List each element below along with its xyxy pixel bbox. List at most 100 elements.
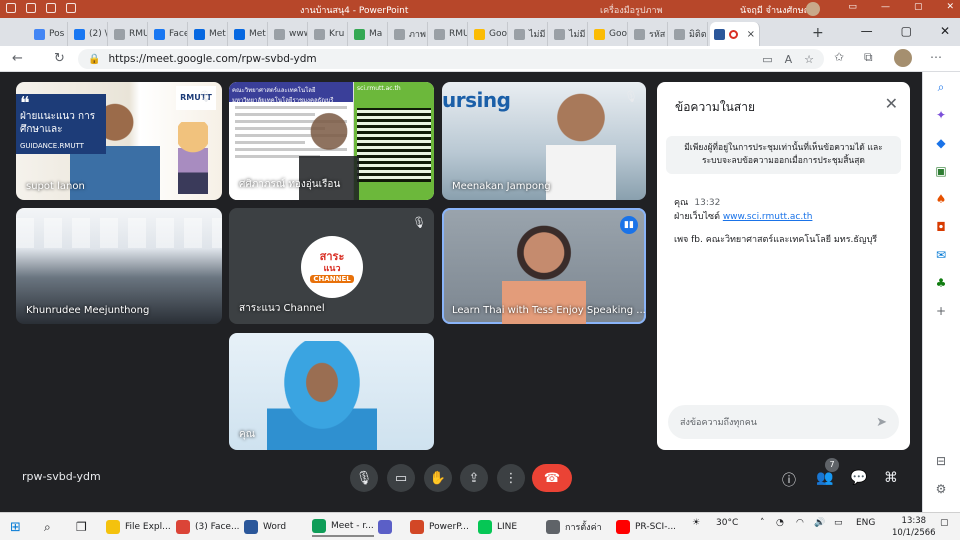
start-windows-icon[interactable]: ⊞ (10, 517, 21, 537)
taskbar-app[interactable]: Word (244, 517, 286, 537)
browser-tab[interactable]: Met (190, 22, 228, 46)
raise-hand-button[interactable]: ✋ (424, 464, 452, 492)
participant-tile[interactable]: ursing 🎙 Meenakan Jampong (442, 82, 646, 200)
task-view-icon[interactable]: ❐ (76, 517, 87, 537)
close-icon[interactable]: ✕ (946, 2, 954, 12)
browser-tab[interactable]: มิติต (670, 22, 708, 46)
redo-icon[interactable] (46, 3, 56, 13)
minimize-icon[interactable]: — (881, 2, 890, 12)
language-indicator[interactable]: ENG (856, 518, 875, 528)
browser-tab[interactable]: Face (150, 22, 188, 46)
taskbar-app[interactable]: File Expl... (106, 517, 171, 537)
tree-icon[interactable]: ♣ (933, 276, 949, 292)
send-icon[interactable]: ➤ (876, 415, 887, 430)
close-icon[interactable]: ✕ (940, 24, 950, 38)
profile-avatar[interactable] (894, 49, 912, 67)
more-menu-icon[interactable]: ⋯ (930, 50, 942, 64)
camera-button[interactable]: ▭ (387, 464, 415, 492)
save-icon[interactable] (6, 3, 16, 13)
add-icon[interactable]: + (933, 304, 949, 320)
undo-icon[interactable] (26, 3, 36, 13)
browser-tab[interactable]: www (270, 22, 308, 46)
search-icon[interactable]: ⌕ (933, 80, 949, 96)
settings-gear-icon[interactable]: ⚙ (933, 482, 949, 498)
browser-tab[interactable]: ไม่มี (550, 22, 588, 46)
taskbar-app[interactable]: Meet - r... (312, 517, 374, 537)
favorites-icon[interactable]: ✩ (834, 50, 844, 64)
people-icon[interactable]: 👥 (816, 470, 833, 486)
camera-permission-icon[interactable]: ▭ (762, 53, 772, 66)
browser-tab[interactable]: Met (230, 22, 268, 46)
address-bar[interactable]: 🔒 https://meet.google.com/rpw-svbd-ydm ▭… (78, 49, 824, 69)
games-icon[interactable]: ♠ (933, 192, 949, 208)
taskbar-app[interactable]: (3) Face... (176, 517, 240, 537)
taskbar-app[interactable] (378, 517, 397, 537)
leave-call-button[interactable]: ☎ (532, 464, 572, 492)
browser-tab[interactable]: RMU (430, 22, 468, 46)
tab-close-icon[interactable]: × (747, 29, 755, 40)
present-icon[interactable] (66, 3, 76, 13)
browser-tab[interactable]: Kru (310, 22, 348, 46)
battery-icon[interactable]: ▭ (834, 518, 843, 528)
meeting-info-icon[interactable]: ⓘ (782, 470, 796, 490)
url-text[interactable]: https://meet.google.com/rpw-svbd-ydm (108, 53, 316, 65)
read-aloud-icon[interactable]: A (785, 53, 793, 66)
participant-tile[interactable]: ❝ ฝ่ายแนะแนว การศึกษาและ GUIDANCE.RMUTT … (16, 82, 222, 200)
outlook-icon[interactable]: ✉ (933, 248, 949, 264)
browser-tab[interactable]: Ma (350, 22, 388, 46)
toolbox-icon[interactable]: ▣ (933, 164, 949, 180)
maximize-icon[interactable]: ▢ (901, 24, 912, 38)
lock-icon[interactable]: 🔒 (88, 54, 100, 65)
browser-tab[interactable]: Goo (590, 22, 628, 46)
split-screen-icon[interactable]: ⊟ (933, 454, 949, 470)
ribbon-display-icon[interactable]: ▭ (848, 2, 857, 12)
browser-tab[interactable]: Pos (30, 22, 68, 46)
search-icon[interactable]: ⌕ (44, 517, 51, 537)
powerpoint-user-name[interactable]: นัจฤมี จำนงศักษณ์ (740, 3, 812, 17)
more-options-button[interactable]: ⋮ (497, 464, 525, 492)
participant-tile[interactable]: Khunrudee Meejunthong (16, 208, 222, 324)
taskbar-app[interactable]: LINE (478, 517, 517, 537)
taskbar-clock[interactable]: 13:38 10/1/2566 (892, 515, 936, 539)
microphone-button[interactable]: 🎙 (350, 464, 378, 492)
tray-chevron-icon[interactable]: ˄ (760, 518, 765, 528)
browser-tab[interactable]: Goo (470, 22, 508, 46)
tray-app-icon[interactable]: ◔ (776, 518, 784, 528)
office-icon[interactable]: ◘ (933, 220, 949, 236)
participant-tile[interactable]: คณะวิทยาศาสตร์และเทคโนโลยี มหาวิทยาลัยเท… (229, 82, 434, 200)
reload-icon[interactable]: ↻ (54, 51, 65, 66)
powerpoint-user-avatar[interactable] (806, 2, 820, 16)
message-link[interactable]: www.sci.rmutt.ac.th (723, 212, 813, 222)
activities-icon[interactable]: ⌘ (884, 470, 898, 486)
present-button[interactable]: ⇪ (460, 464, 488, 492)
minimize-icon[interactable]: — (861, 24, 873, 38)
browser-tab[interactable]: RMU (110, 22, 148, 46)
browser-tab[interactable]: รหัส (630, 22, 668, 46)
taskbar-app[interactable]: การตั้งค่า (546, 517, 602, 537)
taskbar-app[interactable]: PR-SCI-... (616, 517, 676, 537)
participant-tile-speaking[interactable]: ▮▮ Learn Thai with Tess Enjoy Speaking .… (442, 208, 646, 324)
browser-tab[interactable]: (2) \ (70, 22, 108, 46)
weather-temp[interactable]: 30°C (716, 518, 738, 528)
participant-tile[interactable]: สาระ แนว CHANNEL 🎙 สาระแนว Channel (229, 208, 434, 324)
chat-icon[interactable]: 💬 (850, 470, 867, 486)
weather-icon[interactable]: ☀ (692, 518, 700, 528)
browser-tab[interactable]: มิติต× (710, 22, 760, 46)
volume-icon[interactable]: 🔊 (814, 518, 825, 528)
browser-tab[interactable]: ไม่มี (510, 22, 548, 46)
notifications-icon[interactable]: ▢ (940, 518, 949, 528)
taskbar-app[interactable]: PowerP... (410, 517, 469, 537)
collections-icon[interactable]: ⧉ (864, 50, 873, 65)
new-tab-button[interactable]: + (812, 25, 824, 41)
close-icon[interactable]: ✕ (885, 94, 898, 113)
favorite-star-icon[interactable]: ☆ (804, 53, 814, 66)
shopping-tag-icon[interactable]: ◆ (933, 136, 949, 152)
restore-icon[interactable]: ▢ (914, 2, 923, 12)
back-arrow-icon[interactable]: ← (12, 51, 23, 66)
chat-input[interactable]: ส่งข้อความถึงทุกคน ➤ (668, 405, 899, 439)
sparkle-icon[interactable]: ✦ (933, 108, 949, 124)
self-view-tile[interactable]: คุณ (229, 333, 434, 450)
wifi-icon[interactable]: ◠ (796, 518, 804, 528)
chat-input-placeholder[interactable]: ส่งข้อความถึงทุกคน (680, 415, 757, 429)
browser-tab[interactable]: ภาพ (390, 22, 428, 46)
